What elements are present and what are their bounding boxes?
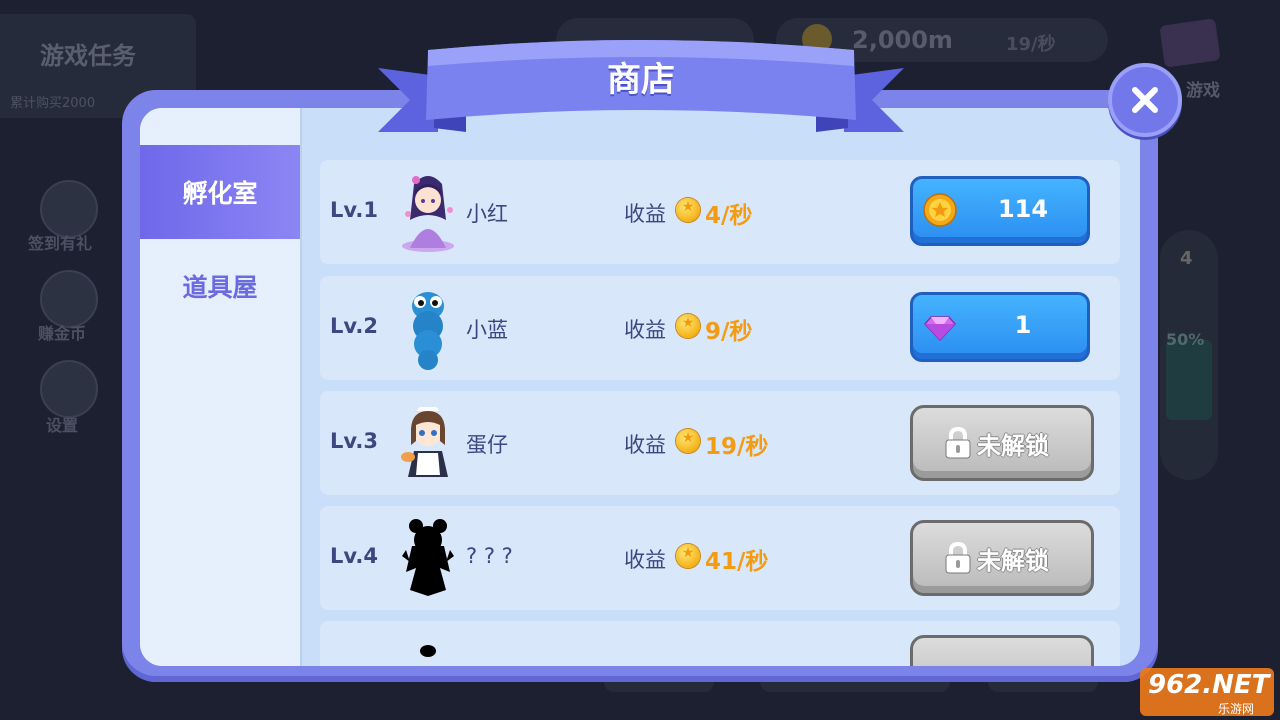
shop-sidebar: 孵化室 道具屋 (140, 108, 302, 666)
locked-button[interactable]: 未解锁 (910, 520, 1094, 596)
locked-pet-silhouette (420, 645, 436, 657)
close-button[interactable] (1108, 63, 1182, 137)
gem-icon (923, 316, 957, 342)
locked-button[interactable]: 未解锁 (910, 405, 1094, 481)
bg-task-subtitle: 累计购买2000 (10, 96, 96, 111)
locked-button[interactable] (910, 635, 1094, 666)
item-level: Lv.4 (330, 544, 378, 568)
buy-with-coins-button[interactable]: 114 (910, 176, 1090, 246)
close-icon (1132, 87, 1158, 113)
item-level: Lv.2 (330, 314, 378, 338)
item-level: Lv.1 (330, 198, 378, 222)
bg-side-label-coins: 赚金币 (38, 324, 87, 343)
income-label: 收益 (624, 433, 666, 457)
income-value: 9/秒 (705, 319, 753, 345)
income-label: 收益 (624, 548, 666, 572)
bg-game-icon (1159, 18, 1221, 68)
pet-name: 小红 (466, 202, 508, 226)
shop-modal: 孵化室 道具屋 Lv.1 小红 收益 ★ 4/秒 114 Lv.2 小蓝 收益 … (122, 90, 1158, 682)
coin-icon (676, 314, 700, 338)
coin-icon (676, 544, 700, 568)
bg-settings-icon (40, 360, 98, 418)
bg-side-label-settings: 设置 (46, 416, 79, 435)
pet-name: 小蓝 (466, 318, 508, 342)
coin-icon (676, 429, 700, 453)
bg-meter-fill (1166, 340, 1212, 420)
bg-rate: 19/秒 (1006, 34, 1056, 55)
tab-item-shop-label: 道具屋 (182, 273, 258, 302)
lock-icon (945, 426, 971, 459)
bg-side-label-checkin: 签到有礼 (28, 234, 93, 253)
shop-item-row: Lv.4 ? ? ? 收益 41/秒 (320, 506, 1120, 610)
shop-item-row: Lv.3 蛋仔 收益 19/秒 (320, 391, 1120, 495)
income-label: 收益 (624, 318, 666, 342)
income-value: 41/秒 (705, 549, 769, 575)
tab-hatchery[interactable]: 孵化室 (140, 145, 300, 239)
shop-title: 商店 (607, 60, 675, 100)
price-text: 114 (997, 195, 1049, 223)
lock-icon (945, 541, 971, 574)
coin-icon (676, 198, 700, 222)
locked-text: 未解锁 (977, 547, 1049, 575)
pet-name: 蛋仔 (466, 433, 508, 457)
watermark-subtext: 乐游网 (1218, 702, 1255, 716)
shop-item-row (320, 621, 1120, 666)
locked-text: 未解锁 (977, 432, 1049, 460)
pet-avatar-xiaolan (412, 292, 444, 370)
pet-avatar-danzai (401, 407, 448, 477)
shop-modal-body: 孵化室 道具屋 Lv.1 小红 收益 ★ 4/秒 114 Lv.2 小蓝 收益 … (140, 108, 1140, 666)
shop-item-row: Lv.2 小蓝 收益 9/秒 (320, 276, 1120, 380)
price-text: 1 (1014, 311, 1032, 339)
pet-avatar-xiaohong (402, 176, 454, 252)
shop-item-list[interactable]: Lv.1 小红 收益 4/秒 (320, 160, 1120, 666)
bg-meter-percent: 50% (1166, 330, 1205, 349)
shop-item-row: Lv.1 小红 收益 4/秒 (320, 160, 1120, 264)
income-label: 收益 (624, 202, 666, 226)
pet-name: ? ? ? (466, 544, 513, 568)
bg-meter-level: 4 (1180, 248, 1193, 269)
watermark-text: 962.NET (1148, 670, 1270, 700)
income-value: 4/秒 (705, 203, 753, 229)
income-value: 19/秒 (705, 434, 769, 460)
buy-with-gems-button[interactable]: 1 (910, 292, 1090, 362)
locked-pet-silhouette (402, 519, 454, 596)
item-level: Lv.3 (330, 429, 378, 453)
tab-item-shop[interactable]: 道具屋 (140, 239, 300, 333)
bg-game-label: 游戏 (1186, 81, 1220, 101)
coin-icon (923, 193, 957, 227)
bg-task-title: 游戏任务 (40, 42, 136, 70)
tab-hatchery-label: 孵化室 (182, 179, 258, 208)
